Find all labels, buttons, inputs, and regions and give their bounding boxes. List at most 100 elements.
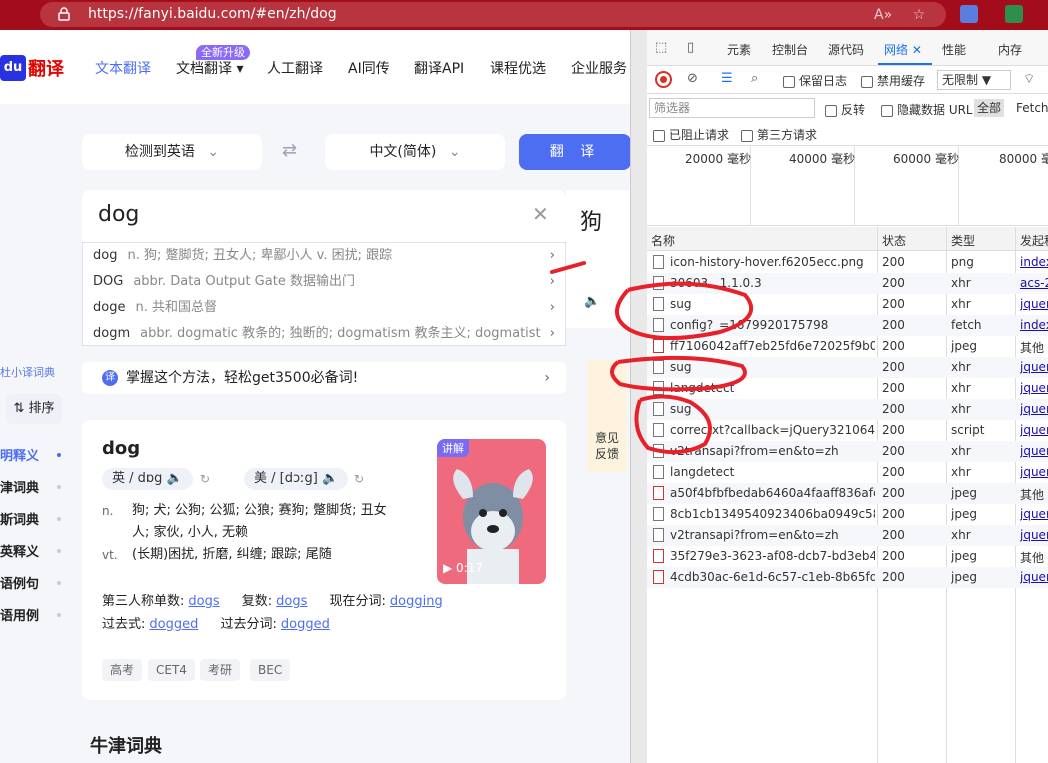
hide-data-urls-checkbox[interactable]: 隐藏数据 URL [881, 101, 973, 118]
request-row[interactable]: langdetect 200 xhr jquer [647, 378, 1048, 399]
form-link[interactable]: dogged [149, 617, 198, 632]
request-row[interactable]: sug 200 xhr jquer [647, 399, 1048, 420]
tab-network[interactable]: 网络 ✕ [884, 41, 922, 58]
nav-human-translate[interactable]: 人工翻译 [267, 58, 323, 78]
blocked-requests-checkbox[interactable]: 已阻止请求 [653, 126, 729, 143]
request-name[interactable]: v2transapi?from=en&to=zh [670, 444, 875, 458]
request-initiator[interactable]: index [1020, 255, 1048, 269]
request-row[interactable]: 4cdb30ac-6e1d-6c57-c1eb-8b65fdff... 200 jp… [647, 567, 1048, 588]
request-name[interactable]: 30603...1.1.0.3 [670, 276, 875, 290]
repeat-icon[interactable]: ↻ [200, 472, 210, 486]
request-row[interactable]: ff7106042aff7eb25fd6e72025f9b06d... 200 jp… [647, 336, 1048, 357]
side-nav-item[interactable]: 语用例 [0, 610, 62, 642]
form-link[interactable]: dogs [188, 594, 219, 609]
request-name[interactable]: sug [670, 402, 875, 416]
column-initiator[interactable]: 发起程 [1020, 232, 1048, 249]
request-name[interactable]: sug [670, 297, 875, 311]
column-name[interactable]: 名称 [651, 232, 675, 249]
request-name[interactable]: correctxt?callback=jQuery32106492... [670, 423, 875, 437]
tab-performance[interactable]: 性能 [942, 41, 966, 58]
request-name[interactable]: sug [670, 360, 875, 374]
form-link[interactable]: dogging [390, 594, 443, 609]
request-row[interactable]: icon-history-hover.f6205ecc.png 200 png ind… [647, 252, 1048, 273]
request-initiator[interactable]: jquer [1020, 465, 1048, 479]
tab-memory[interactable]: 内存 [998, 41, 1022, 58]
record-icon[interactable] [655, 71, 672, 88]
extension-icon[interactable] [960, 5, 978, 23]
column-status[interactable]: 状态 [882, 232, 906, 249]
address-bar[interactable]: https://fanyi.baidu.com/#en/zh/dog [40, 2, 946, 27]
request-row[interactable]: 30603...1.1.0.3 200 xhr acs-2 [647, 273, 1048, 294]
request-initiator[interactable]: jquer [1020, 402, 1048, 416]
request-name[interactable]: 8cb1cb1349540923406ba0949c58d1... [670, 507, 875, 521]
nav-ai-interpret[interactable]: AI同传 [348, 58, 390, 78]
promo-tip-bar[interactable]: 译 掌握这个方法，轻松get3500必备词! › [82, 362, 566, 394]
request-name[interactable]: a50f4bfbfbedab6460a4faaff836afc3... [670, 486, 875, 500]
request-row[interactable]: langdetect 200 xhr jquer [647, 462, 1048, 483]
request-initiator[interactable]: jquer [1020, 297, 1048, 311]
request-name[interactable]: config?_=1679920175798 [670, 318, 875, 332]
request-row[interactable]: v2transapi?from=en&to=zh 200 xhr jquer [647, 525, 1048, 546]
request-row[interactable]: config?_=1679920175798 200 fetch index [647, 315, 1048, 336]
request-row[interactable]: 35f279e3-3623-af08-dcb7-bd3eb48... 200 jpe… [647, 546, 1048, 567]
side-nav-item[interactable]: 语例句 [0, 578, 62, 610]
filter-all-button[interactable]: 全部 [974, 99, 1005, 117]
source-text-input[interactable]: dog ✕ [82, 190, 566, 242]
request-initiator[interactable]: acs-2 [1020, 276, 1048, 290]
side-nav-item[interactable]: 斯词典 [0, 514, 62, 546]
request-initiator[interactable]: jquer [1020, 528, 1048, 542]
invert-checkbox[interactable]: 反转 [825, 101, 865, 118]
sort-button[interactable]: ⇅ 排序 [6, 394, 62, 424]
inspect-element-icon[interactable]: ⬚ [655, 40, 667, 55]
suggestion-item[interactable]: doge n. 共和国总督 › [83, 295, 565, 321]
us-pronunciation[interactable]: 美 / [dɔːg] 🔈 [244, 468, 349, 490]
repeat-icon[interactable]: ↻ [354, 472, 364, 486]
request-row[interactable]: 8cb1cb1349540923406ba0949c58d1... 200 jpeg… [647, 504, 1048, 525]
tab-elements[interactable]: 元素 [727, 41, 751, 58]
request-name[interactable]: langdetect [670, 465, 875, 479]
search-icon[interactable]: ⌕ [751, 71, 758, 86]
tab-console[interactable]: 控制台 [772, 41, 808, 58]
filter-input[interactable]: 筛选器 [649, 98, 815, 118]
request-initiator[interactable]: jquer [1020, 444, 1048, 458]
third-party-checkbox[interactable]: 第三方请求 [741, 126, 817, 143]
download-icon[interactable] [1005, 5, 1023, 23]
suggestion-item[interactable]: DOG abbr. Data Output Gate 数据输出门 › [83, 269, 565, 295]
disable-cache-checkbox[interactable]: 禁用缓存 [861, 72, 925, 89]
clear-icon[interactable]: ✕ [532, 202, 549, 226]
request-initiator[interactable]: jquer [1020, 507, 1048, 521]
request-name[interactable]: 35f279e3-3623-af08-dcb7-bd3eb48... [670, 549, 875, 563]
request-name[interactable]: icon-history-hover.f6205ecc.png [670, 255, 875, 269]
nav-doc-translate[interactable]: 文档翻译 ▾ [176, 58, 243, 78]
request-initiator[interactable]: index [1020, 318, 1048, 332]
request-name[interactable]: langdetect [670, 381, 875, 395]
page-scrollbar[interactable] [630, 30, 647, 763]
throttling-select[interactable]: 无限制 ▼ [937, 70, 1011, 90]
device-toolbar-icon[interactable]: ▯ [687, 40, 694, 55]
source-language-select[interactable]: 检测到英语 ⌄ [82, 134, 262, 170]
filter-fetch-button[interactable]: Fetch/ [1016, 101, 1048, 115]
form-link[interactable]: dogged [281, 617, 330, 632]
nav-enterprise[interactable]: 企业服务 [571, 58, 627, 78]
nav-courses[interactable]: 课程优选 [490, 58, 546, 78]
side-nav-item[interactable]: 明释义 [0, 450, 62, 482]
filter-icon[interactable]: ☰ [721, 71, 733, 86]
network-timeline[interactable]: 20000 毫秒 40000 毫秒 60000 毫秒 80000 毫秒 [647, 146, 1048, 226]
request-row[interactable]: sug 200 xhr jquer [647, 357, 1048, 378]
network-conditions-icon[interactable]: ⌔ [1023, 71, 1035, 87]
target-language-select[interactable]: 中文(简体) ⌄ [325, 134, 505, 170]
request-row[interactable]: a50f4bfbfbedab6460a4faaff836afc3... 200 jp… [647, 483, 1048, 504]
favorite-add-icon[interactable]: ☆ [910, 6, 928, 24]
request-initiator[interactable]: jquer [1020, 423, 1048, 437]
nav-translate-api[interactable]: 翻译API [414, 58, 464, 78]
request-initiator[interactable]: jquer [1020, 360, 1048, 374]
request-row[interactable]: correctxt?callback=jQuery32106492... 200 s… [647, 420, 1048, 441]
request-initiator[interactable]: jquer [1020, 570, 1048, 584]
uk-pronunciation[interactable]: 英 / dɒg 🔈 [102, 468, 193, 490]
tab-sources[interactable]: 源代码 [828, 41, 864, 58]
baidu-logo[interactable]: du 翻译 [0, 52, 64, 84]
swap-languages-icon[interactable]: ⇄ [282, 140, 297, 161]
suggestion-item[interactable]: dog n. 狗; 蹩脚货; 丑女人; 卑鄙小人 v. 困扰; 跟踪 › [83, 243, 565, 269]
request-name[interactable]: ff7106042aff7eb25fd6e72025f9b06d... [670, 339, 875, 353]
column-type[interactable]: 类型 [951, 232, 975, 249]
